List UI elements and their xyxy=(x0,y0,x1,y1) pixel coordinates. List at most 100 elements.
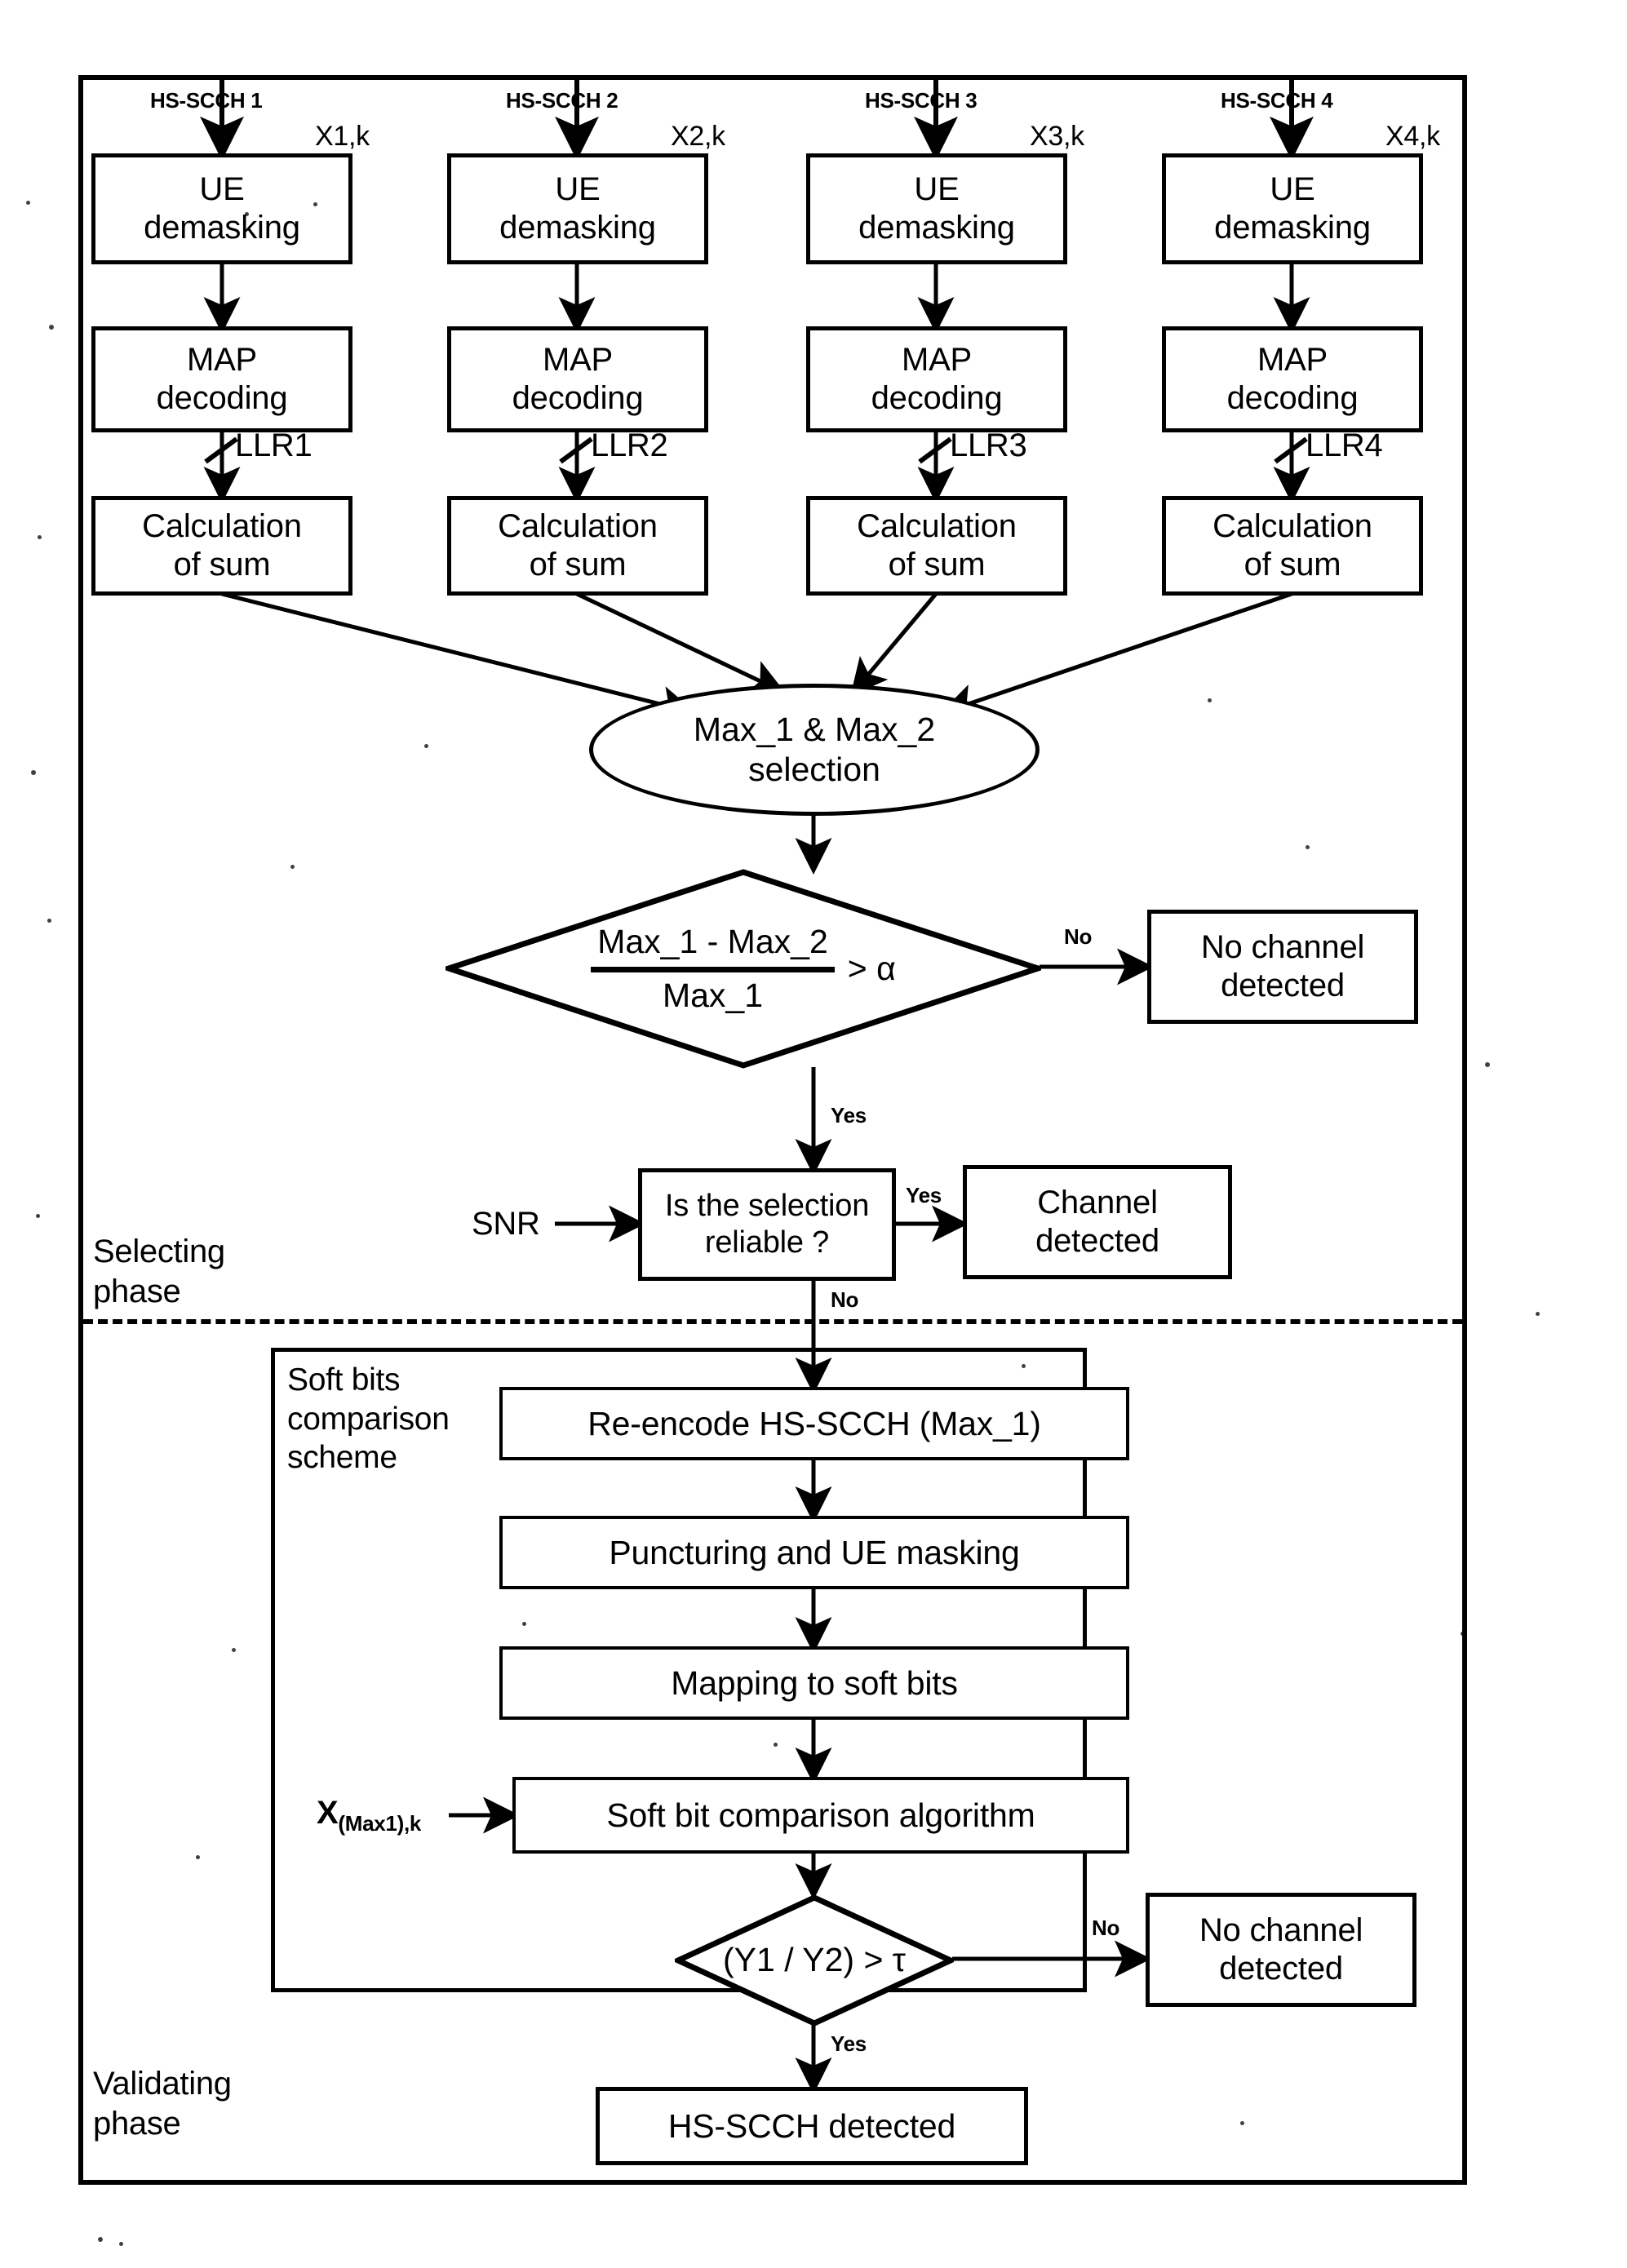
re-encode-hs-scch-box[interactable]: Re-encode HS-SCCH (Max_1) xyxy=(499,1387,1129,1460)
hs-scch-detected-label: HS-SCCH detected xyxy=(667,2106,956,2145)
scan-speck xyxy=(98,2237,103,2242)
ue-demasking-line1: UE xyxy=(555,171,601,207)
scan-speck xyxy=(522,1622,526,1626)
x-max1-k-base: X xyxy=(317,1795,339,1831)
ue-demasking-box-2[interactable]: UE demasking xyxy=(447,153,708,264)
scan-speck xyxy=(290,865,295,869)
scan-speck xyxy=(47,919,51,923)
scan-speck xyxy=(1208,698,1212,702)
selection-line2: selection xyxy=(748,751,880,788)
no-channel-detected2-line1: No channel xyxy=(1199,1911,1363,1948)
signal-label-x1k: X1,k xyxy=(315,121,370,152)
threshold-decision-diamond[interactable]: Max_1 - Max_2 Max_1 > α xyxy=(446,869,1041,1069)
soft-bit-algorithm-label: Soft bit comparison algorithm xyxy=(606,1796,1035,1834)
channel-detected-line2: detected xyxy=(1035,1223,1159,1259)
calculation-of-sum-line2: of sum xyxy=(888,547,986,583)
channel-detected-line1: Channel xyxy=(1037,1184,1158,1220)
llr-label-3: LLR3 xyxy=(950,427,1027,463)
validating-phase-label: Validating phase xyxy=(93,2066,232,2142)
map-decoding-box-1[interactable]: MAP decoding xyxy=(91,326,352,432)
ratio-decision-diamond[interactable]: (Y1 / Y2) > τ xyxy=(675,1894,954,2027)
llr-label-4: LLR4 xyxy=(1306,427,1383,463)
ue-demasking-line1: UE xyxy=(199,171,245,207)
edge-label-no-ratio: No xyxy=(1092,1916,1120,1940)
map-decoding-box-2[interactable]: MAP decoding xyxy=(447,326,708,432)
edge-label-yes-threshold: Yes xyxy=(831,1103,867,1127)
map-decoding-box-4[interactable]: MAP decoding xyxy=(1162,326,1423,432)
max1-max2-selection-ellipse[interactable]: Max_1 & Max_2 selection xyxy=(589,684,1040,816)
scan-speck xyxy=(49,325,54,330)
ue-demasking-line1: UE xyxy=(914,171,960,207)
scan-speck xyxy=(313,202,317,206)
ue-demasking-line2: demasking xyxy=(499,210,656,246)
selection-line1: Max_1 & Max_2 xyxy=(693,710,936,748)
scan-speck xyxy=(196,1855,200,1859)
channel-detected-box[interactable]: Channel detected xyxy=(963,1165,1232,1279)
scan-speck xyxy=(245,212,249,216)
scan-speck xyxy=(1022,1364,1026,1368)
calculation-of-sum-line1: Calculation xyxy=(857,507,1017,544)
soft-bit-comparison-algorithm-box[interactable]: Soft bit comparison algorithm xyxy=(512,1777,1129,1854)
map-decoding-line1: MAP xyxy=(901,341,973,378)
ue-demasking-line1: UE xyxy=(1270,171,1315,207)
channel-source-label-1: HS-SCCH 1 xyxy=(150,88,263,113)
no-channel-detected-box-1[interactable]: No channel detected xyxy=(1147,910,1418,1024)
edge-label-no-reliable: No xyxy=(831,1287,859,1312)
is-selection-reliable-box[interactable]: Is the selection reliable ? xyxy=(638,1168,896,1281)
reliable-line1: Is the selection xyxy=(664,1189,870,1224)
soft-bits-comparison-scheme-label: Soft bits comparison scheme xyxy=(287,1362,450,1476)
signal-label-x2k: X2,k xyxy=(671,121,725,152)
channel-source-label-4: HS-SCCH 4 xyxy=(1221,88,1333,113)
re-encode-label: Re-encode HS-SCCH (Max_1) xyxy=(587,1404,1041,1442)
map-decoding-line1: MAP xyxy=(186,341,258,378)
calculation-of-sum-line2: of sum xyxy=(1244,547,1341,583)
ue-demasking-box-1[interactable]: UE demasking xyxy=(91,153,352,264)
ue-demasking-line2: demasking xyxy=(858,210,1015,246)
edge-label-no-threshold: No xyxy=(1064,924,1093,949)
channel-source-label-2: HS-SCCH 2 xyxy=(506,88,618,113)
no-channel-detected-line2: detected xyxy=(1221,968,1345,1003)
scan-speck xyxy=(1536,1312,1540,1316)
mapping-to-soft-bits-box[interactable]: Mapping to soft bits xyxy=(499,1646,1129,1720)
calculation-of-sum-line1: Calculation xyxy=(1212,507,1372,544)
edge-label-yes-reliable: Yes xyxy=(906,1183,942,1207)
map-decoding-box-3[interactable]: MAP decoding xyxy=(806,326,1067,432)
selecting-phase-label: Selecting phase xyxy=(93,1234,225,1309)
scan-speck xyxy=(26,201,30,205)
calculation-of-sum-box-3[interactable]: Calculation of sum xyxy=(806,496,1067,596)
snr-input-label: SNR xyxy=(472,1206,540,1242)
phase-divider-dashed-line xyxy=(83,1319,1462,1324)
map-decoding-line1: MAP xyxy=(1257,341,1328,378)
scan-speck xyxy=(38,535,42,539)
map-decoding-line2: decoding xyxy=(512,380,644,416)
scan-speck xyxy=(232,1648,236,1652)
puncturing-label: Puncturing and UE masking xyxy=(609,1533,1020,1571)
no-channel-detected2-line2: detected xyxy=(1219,1951,1343,1987)
no-channel-detected-box-2[interactable]: No channel detected xyxy=(1146,1893,1416,2007)
hs-scch-detected-box[interactable]: HS-SCCH detected xyxy=(596,2087,1028,2165)
scan-speck xyxy=(424,744,428,748)
llr-label-2: LLR2 xyxy=(591,427,668,463)
calculation-of-sum-box-4[interactable]: Calculation of sum xyxy=(1162,496,1423,596)
map-decoding-line1: MAP xyxy=(542,341,614,378)
mapping-label: Mapping to soft bits xyxy=(671,1663,958,1702)
signal-label-x4k: X4,k xyxy=(1385,121,1440,152)
scan-speck xyxy=(1485,1062,1490,1067)
scan-speck xyxy=(774,1743,778,1747)
calculation-of-sum-line1: Calculation xyxy=(498,507,658,544)
x-max1-k-input-label: X(Max1),k xyxy=(317,1795,421,1836)
edge-label-yes-ratio: Yes xyxy=(831,2031,867,2056)
no-channel-detected-line1: No channel xyxy=(1200,928,1365,965)
calculation-of-sum-line2: of sum xyxy=(529,547,627,583)
ue-demasking-box-4[interactable]: UE demasking xyxy=(1162,153,1423,264)
calculation-of-sum-line2: of sum xyxy=(173,547,271,583)
calculation-of-sum-box-2[interactable]: Calculation of sum xyxy=(447,496,708,596)
ue-demasking-line2: demasking xyxy=(144,210,300,246)
ue-demasking-box-3[interactable]: UE demasking xyxy=(806,153,1067,264)
ue-demasking-line2: demasking xyxy=(1214,210,1371,246)
map-decoding-line2: decoding xyxy=(156,380,288,416)
calculation-of-sum-box-1[interactable]: Calculation of sum xyxy=(91,496,352,596)
scan-speck xyxy=(1461,1632,1465,1636)
scan-speck xyxy=(36,1214,40,1218)
puncturing-and-ue-masking-box[interactable]: Puncturing and UE masking xyxy=(499,1516,1129,1589)
